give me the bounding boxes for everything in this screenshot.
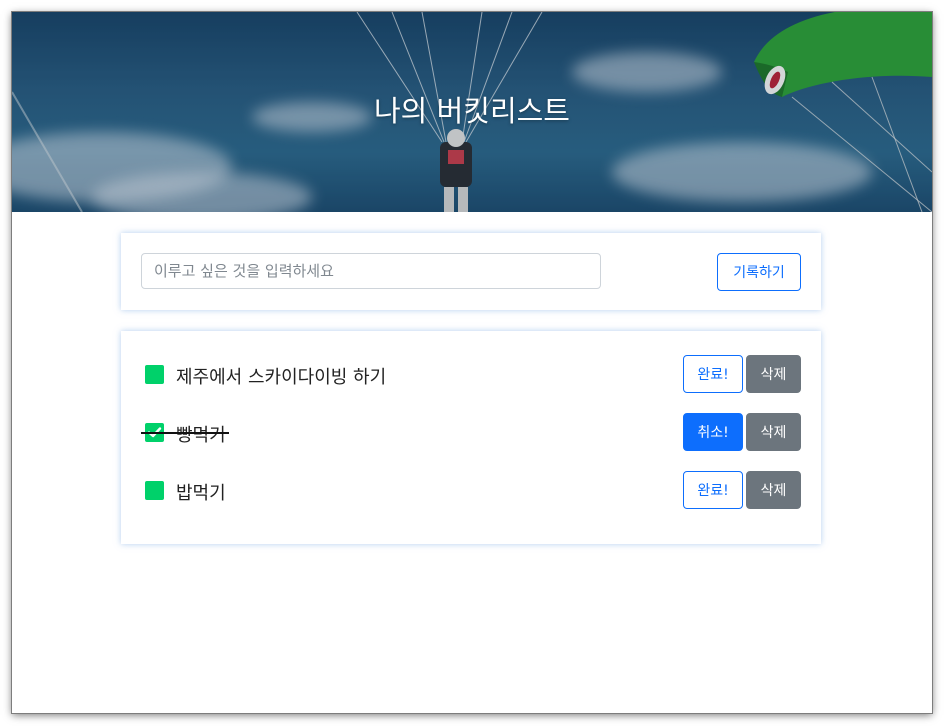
delete-button[interactable]: 삭제	[746, 355, 801, 393]
record-button[interactable]: 기록하기	[717, 253, 801, 291]
list-item: 밥먹기 완료! 삭제	[121, 471, 821, 509]
status-indicator	[145, 365, 164, 384]
goal-text: 밥먹기	[176, 483, 226, 504]
delete-button[interactable]: 삭제	[746, 413, 801, 451]
delete-button[interactable]: 삭제	[746, 471, 801, 509]
page-title: 나의 버킷리스트	[374, 94, 570, 128]
input-card: 기록하기	[121, 233, 821, 310]
cancel-button[interactable]: 취소!	[683, 413, 743, 451]
strikethrough-line	[141, 432, 229, 434]
complete-button[interactable]: 완료!	[683, 355, 743, 393]
complete-button[interactable]: 완료!	[683, 471, 743, 509]
list-item: 빵먹기 취소! 삭제	[121, 413, 821, 451]
hero-banner: 나의 버킷리스트	[12, 12, 932, 212]
bucket-list-card: 제주에서 스카이다이빙 하기 완료! 삭제 빵먹기 취소! 삭제 밥먹기 완료!…	[121, 331, 821, 544]
goal-text: 빵먹기	[176, 425, 226, 446]
browser-window: 나의 버킷리스트 기록하기 제주에서 스카이다이빙 하기 완료! 삭제 빵먹기 …	[12, 12, 932, 713]
list-item: 제주에서 스카이다이빙 하기 완료! 삭제	[121, 355, 821, 393]
goal-input[interactable]	[141, 253, 601, 289]
status-indicator	[145, 481, 164, 500]
goal-text: 제주에서 스카이다이빙 하기	[176, 367, 387, 388]
